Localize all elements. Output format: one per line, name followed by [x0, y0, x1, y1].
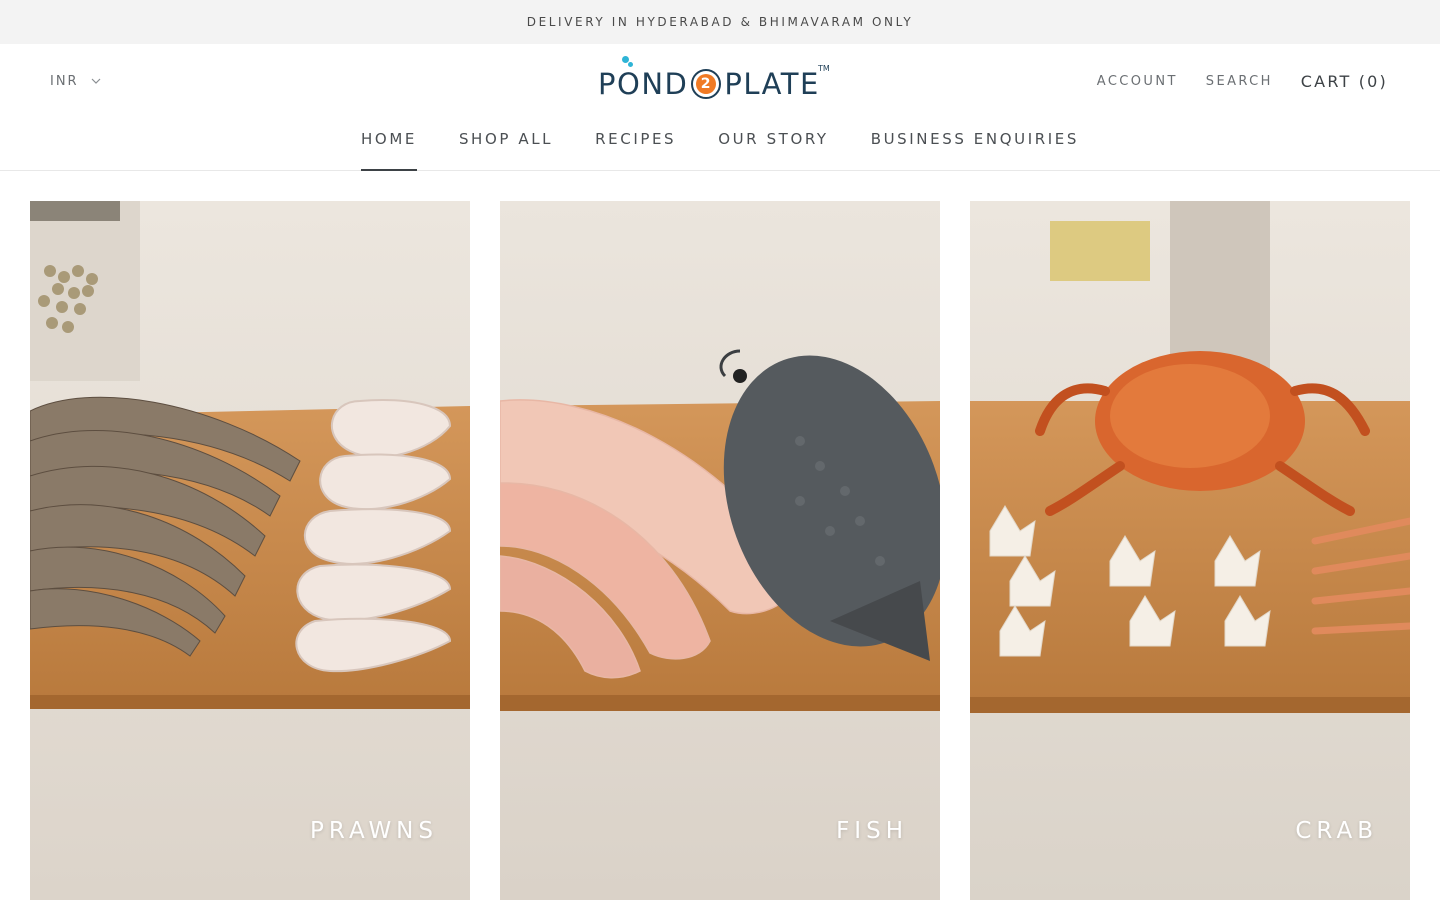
crab-image	[970, 201, 1410, 900]
logo-word-plate: PLATE	[724, 66, 820, 101]
nav-item-recipes[interactable]: RECIPES	[595, 130, 676, 171]
collection-card-crab[interactable]: CRAB	[970, 201, 1410, 900]
collection-label-crab: CRAB	[1295, 818, 1378, 844]
collection-label-prawns: PRAWNS	[310, 818, 438, 844]
cart-link[interactable]: CART (0)	[1301, 72, 1388, 91]
logo-dot-icon	[622, 55, 629, 63]
nav-item-our-story[interactable]: OUR STORY	[718, 130, 829, 171]
logo-trademark: TM	[817, 64, 830, 73]
logo-word-pond: POND	[598, 55, 688, 99]
nav-item-business-enquiries[interactable]: BUSINESS ENQUIRIES	[871, 130, 1079, 171]
announcement-bar: DELIVERY IN HYDERABAD & BHIMAVARAM ONLY	[0, 0, 1440, 44]
chevron-down-icon	[91, 78, 101, 84]
site-logo[interactable]: POND 2 PLATE TM	[598, 55, 844, 108]
collection-card-fish[interactable]: FISH	[500, 201, 940, 900]
collection-grid: PRAWNS FISH CRAB	[30, 201, 1410, 900]
currency-label: INR	[50, 74, 79, 89]
prawns-image	[30, 201, 470, 900]
currency-selector[interactable]: INR	[50, 74, 101, 89]
nav-item-shop-all[interactable]: SHOP ALL	[459, 130, 553, 171]
logo-two-badge: 2	[691, 69, 722, 99]
fish-image	[500, 201, 940, 900]
announcement-text: DELIVERY IN HYDERABAD & BHIMAVARAM ONLY	[526, 15, 914, 29]
collection-card-prawns[interactable]: PRAWNS	[30, 201, 470, 900]
logo-dot-icon	[628, 61, 633, 67]
main-nav: HOME SHOP ALL RECIPES OUR STORY BUSINESS…	[0, 130, 1440, 171]
collection-label-fish: FISH	[836, 818, 908, 844]
site-header: INR POND 2 PLATE TM ACCOUNT SEARCH CART …	[0, 44, 1440, 171]
nav-item-home[interactable]: HOME	[361, 130, 417, 171]
search-link[interactable]: SEARCH	[1206, 74, 1273, 89]
account-link[interactable]: ACCOUNT	[1097, 74, 1178, 89]
